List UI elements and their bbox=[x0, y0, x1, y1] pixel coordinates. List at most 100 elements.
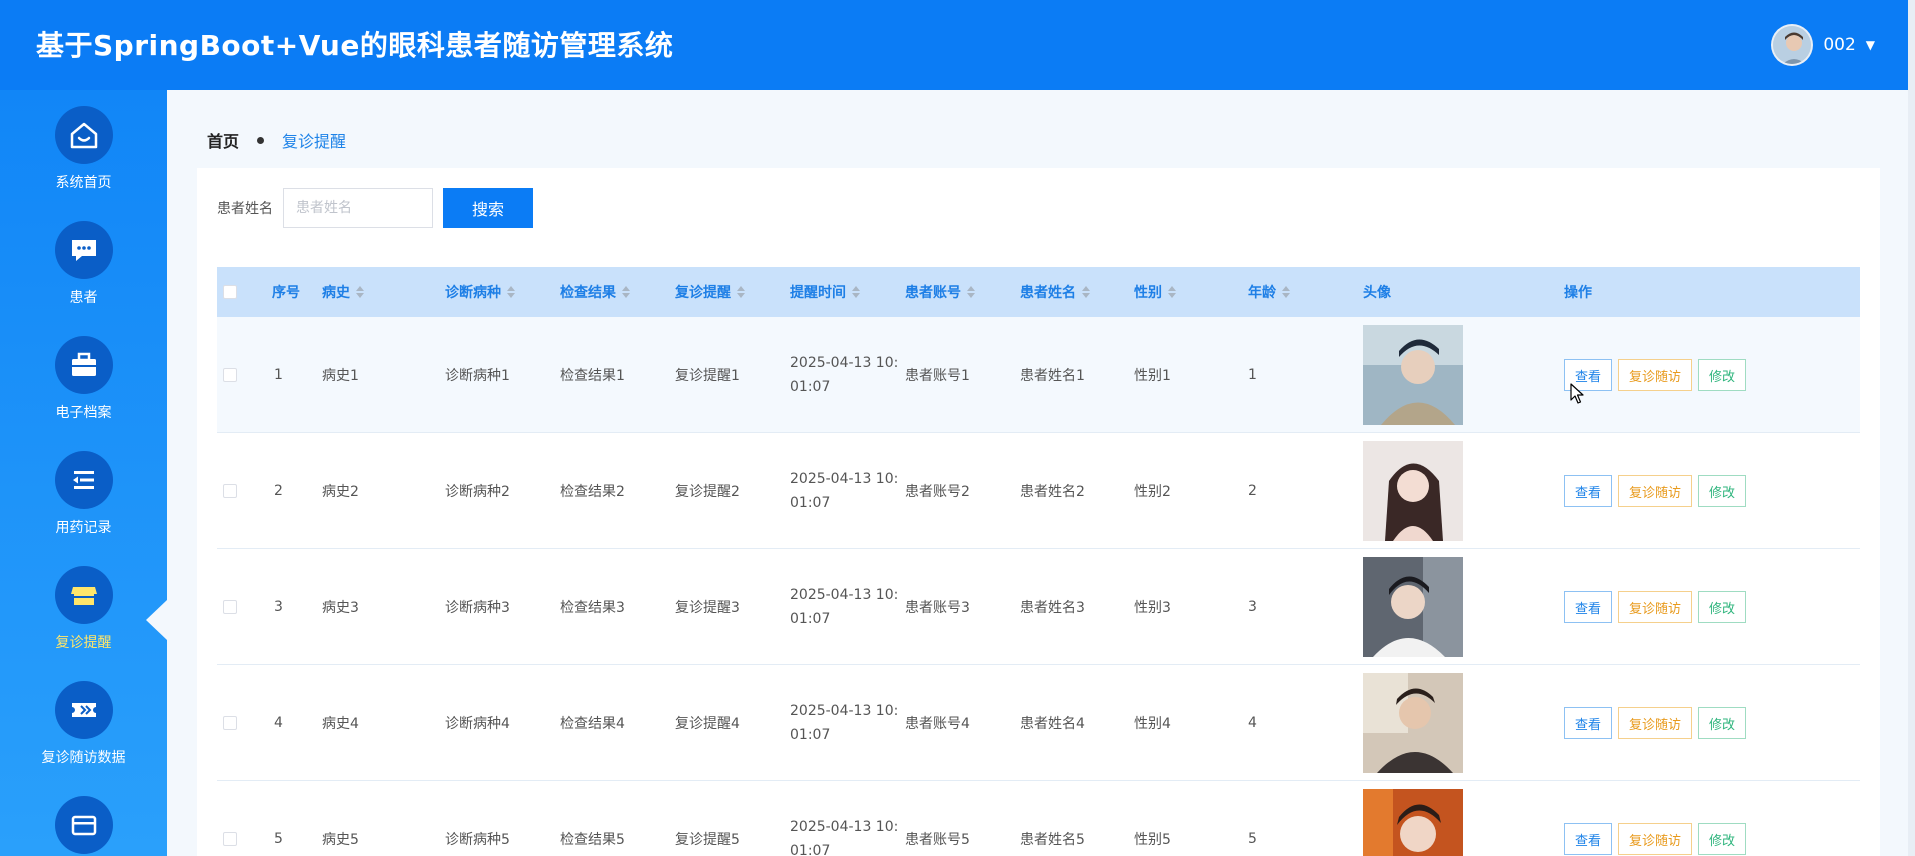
sort-icon[interactable] bbox=[737, 286, 745, 298]
cell-time: 2025-04-13 10: 01:07 bbox=[790, 703, 899, 743]
edit-button[interactable]: 修改 bbox=[1698, 475, 1747, 507]
followup-button[interactable]: 复诊随访 bbox=[1618, 591, 1693, 623]
cell-diagnosis: 诊断病种2 bbox=[445, 484, 510, 500]
chat-icon bbox=[54, 221, 113, 279]
col-header-age[interactable]: 年龄 bbox=[1248, 267, 1290, 317]
cell-diagnosis: 诊断病种1 bbox=[445, 368, 510, 384]
cell-result: 检查结果1 bbox=[560, 368, 625, 384]
cell-time: 2025-04-13 10: 01:07 bbox=[790, 355, 899, 395]
breadcrumb: 首页 复诊提醒 bbox=[207, 128, 346, 152]
followup-button[interactable]: 复诊随访 bbox=[1618, 823, 1693, 855]
view-button[interactable]: 查看 bbox=[1564, 823, 1613, 855]
cell-account: 患者账号3 bbox=[905, 600, 970, 616]
cell-gender: 性别3 bbox=[1134, 600, 1171, 616]
edit-button[interactable]: 修改 bbox=[1698, 359, 1747, 391]
search-input[interactable] bbox=[283, 188, 433, 228]
ticket-icon bbox=[54, 681, 113, 739]
card-icon bbox=[54, 796, 113, 854]
row-checkbox[interactable] bbox=[223, 600, 237, 614]
sidebar-item-label: 患者 bbox=[69, 290, 98, 306]
edit-button[interactable]: 修改 bbox=[1698, 707, 1747, 739]
cell-time: 2025-04-13 10: 01:07 bbox=[790, 587, 899, 627]
cell-actions: 查看 复诊随访 修改 bbox=[1564, 317, 1747, 433]
col-header-result[interactable]: 检查结果 bbox=[560, 267, 630, 317]
breadcrumb-home[interactable]: 首页 bbox=[207, 128, 239, 152]
row-checkbox[interactable] bbox=[223, 832, 237, 846]
view-button[interactable]: 查看 bbox=[1564, 707, 1613, 739]
sort-icon[interactable] bbox=[967, 286, 975, 298]
cell-age: 3 bbox=[1248, 599, 1257, 615]
sidebar-item-followup-data[interactable]: 复诊随访数据 bbox=[0, 665, 167, 780]
sidebar-item-more[interactable] bbox=[0, 780, 167, 856]
user-menu[interactable]: 002 ▼ bbox=[1771, 24, 1875, 66]
col-header-time[interactable]: 提醒时间 bbox=[790, 267, 860, 317]
cell-history: 病史3 bbox=[322, 600, 359, 616]
cell-result: 检查结果4 bbox=[560, 716, 625, 732]
col-header-name[interactable]: 患者姓名 bbox=[1020, 267, 1090, 317]
followup-button[interactable]: 复诊随访 bbox=[1618, 475, 1693, 507]
sidebar: 系统首页 患者 电子档案 用药记录 复诊提醒 复诊随访数据 bbox=[0, 90, 167, 856]
sidebar-item-home[interactable]: 系统首页 bbox=[0, 90, 167, 205]
col-header-account[interactable]: 患者账号 bbox=[905, 267, 975, 317]
top-header: 基于SpringBoot+Vue的眼科患者随访管理系统 002 ▼ bbox=[0, 0, 1915, 90]
sort-icon[interactable] bbox=[1282, 286, 1290, 298]
col-header-history[interactable]: 病史 bbox=[322, 267, 364, 317]
edit-button[interactable]: 修改 bbox=[1698, 823, 1747, 855]
breadcrumb-current: 复诊提醒 bbox=[282, 132, 347, 151]
search-button[interactable]: 搜索 bbox=[443, 188, 533, 228]
breadcrumb-separator bbox=[257, 136, 265, 144]
cell-age: 2 bbox=[1248, 483, 1257, 499]
sort-icon[interactable] bbox=[852, 286, 860, 298]
sort-icon[interactable] bbox=[356, 286, 364, 298]
sort-icon[interactable] bbox=[622, 286, 630, 298]
col-header-gender[interactable]: 性别 bbox=[1134, 267, 1176, 317]
followup-button[interactable]: 复诊随访 bbox=[1618, 707, 1693, 739]
cell-avatar bbox=[1363, 549, 1463, 665]
cell-time: 2025-04-13 10: 01:07 bbox=[790, 471, 899, 511]
row-checkbox[interactable] bbox=[223, 368, 237, 382]
patient-photo bbox=[1363, 441, 1463, 541]
cell-avatar bbox=[1363, 665, 1463, 781]
sidebar-item-label: 复诊提醒 bbox=[55, 635, 112, 651]
sidebar-item-label: 复诊随访数据 bbox=[41, 750, 126, 766]
cell-no: 3 bbox=[274, 599, 283, 615]
sidebar-item-label: 系统首页 bbox=[55, 175, 112, 191]
sidebar-item-medication[interactable]: 用药记录 bbox=[0, 435, 167, 550]
col-header-diagnosis[interactable]: 诊断病种 bbox=[445, 267, 515, 317]
col-header-reminder[interactable]: 复诊提醒 bbox=[675, 267, 745, 317]
store-icon bbox=[54, 566, 113, 624]
sidebar-item-patients[interactable]: 患者 bbox=[0, 205, 167, 320]
sort-icon[interactable] bbox=[1082, 286, 1090, 298]
cell-result: 检查结果5 bbox=[560, 832, 625, 848]
cell-gender: 性别4 bbox=[1134, 716, 1171, 732]
edit-button[interactable]: 修改 bbox=[1698, 591, 1747, 623]
cell-name: 患者姓名3 bbox=[1020, 600, 1085, 616]
data-table: 序号 病史 诊断病种 检查结果 复诊提醒 提醒时间 患者账号 患者姓名 性别 年… bbox=[217, 267, 1860, 856]
caret-down-icon: ▼ bbox=[1865, 38, 1875, 52]
cell-age: 1 bbox=[1248, 367, 1257, 383]
cell-history: 病史4 bbox=[322, 716, 359, 732]
row-checkbox[interactable] bbox=[223, 716, 237, 730]
cell-gender: 性别2 bbox=[1134, 484, 1171, 500]
cell-gender: 性别5 bbox=[1134, 832, 1171, 848]
view-button[interactable]: 查看 bbox=[1564, 591, 1613, 623]
view-button[interactable]: 查看 bbox=[1564, 475, 1613, 507]
cell-reminder: 复诊提醒2 bbox=[675, 484, 740, 500]
row-checkbox[interactable] bbox=[223, 484, 237, 498]
list-icon bbox=[54, 451, 113, 509]
sort-icon[interactable] bbox=[1168, 286, 1176, 298]
page-scrollbar[interactable] bbox=[1908, 0, 1915, 856]
cell-time: 2025-04-13 10: 01:07 bbox=[790, 819, 899, 856]
home-icon bbox=[54, 106, 113, 164]
cell-diagnosis: 诊断病种5 bbox=[445, 832, 510, 848]
cell-reminder: 复诊提醒3 bbox=[675, 600, 740, 616]
sort-icon[interactable] bbox=[507, 286, 515, 298]
sidebar-item-records[interactable]: 电子档案 bbox=[0, 320, 167, 435]
table-row: 1 病史1 诊断病种1 检查结果1 复诊提醒1 2025-04-13 10: 01… bbox=[217, 317, 1860, 433]
sidebar-item-reminder[interactable]: 复诊提醒 bbox=[0, 550, 167, 665]
cell-diagnosis: 诊断病种3 bbox=[445, 600, 510, 616]
cell-name: 患者姓名2 bbox=[1020, 484, 1085, 500]
followup-button[interactable]: 复诊随访 bbox=[1618, 359, 1693, 391]
cell-result: 检查结果3 bbox=[560, 600, 625, 616]
select-all-checkbox[interactable] bbox=[223, 285, 237, 299]
